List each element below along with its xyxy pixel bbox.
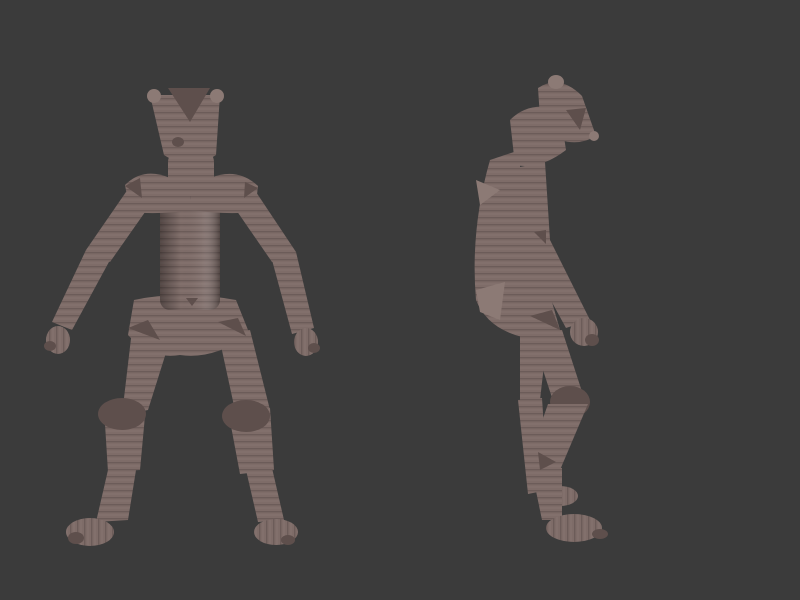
front-head bbox=[147, 88, 224, 164]
sculpt-viewport[interactable] bbox=[0, 0, 800, 600]
front-left-leg bbox=[66, 330, 170, 546]
viewport-canvas bbox=[44, 75, 608, 546]
front-right-leg bbox=[218, 330, 298, 545]
side-view-model[interactable] bbox=[474, 75, 608, 542]
front-view-model[interactable] bbox=[44, 88, 320, 546]
